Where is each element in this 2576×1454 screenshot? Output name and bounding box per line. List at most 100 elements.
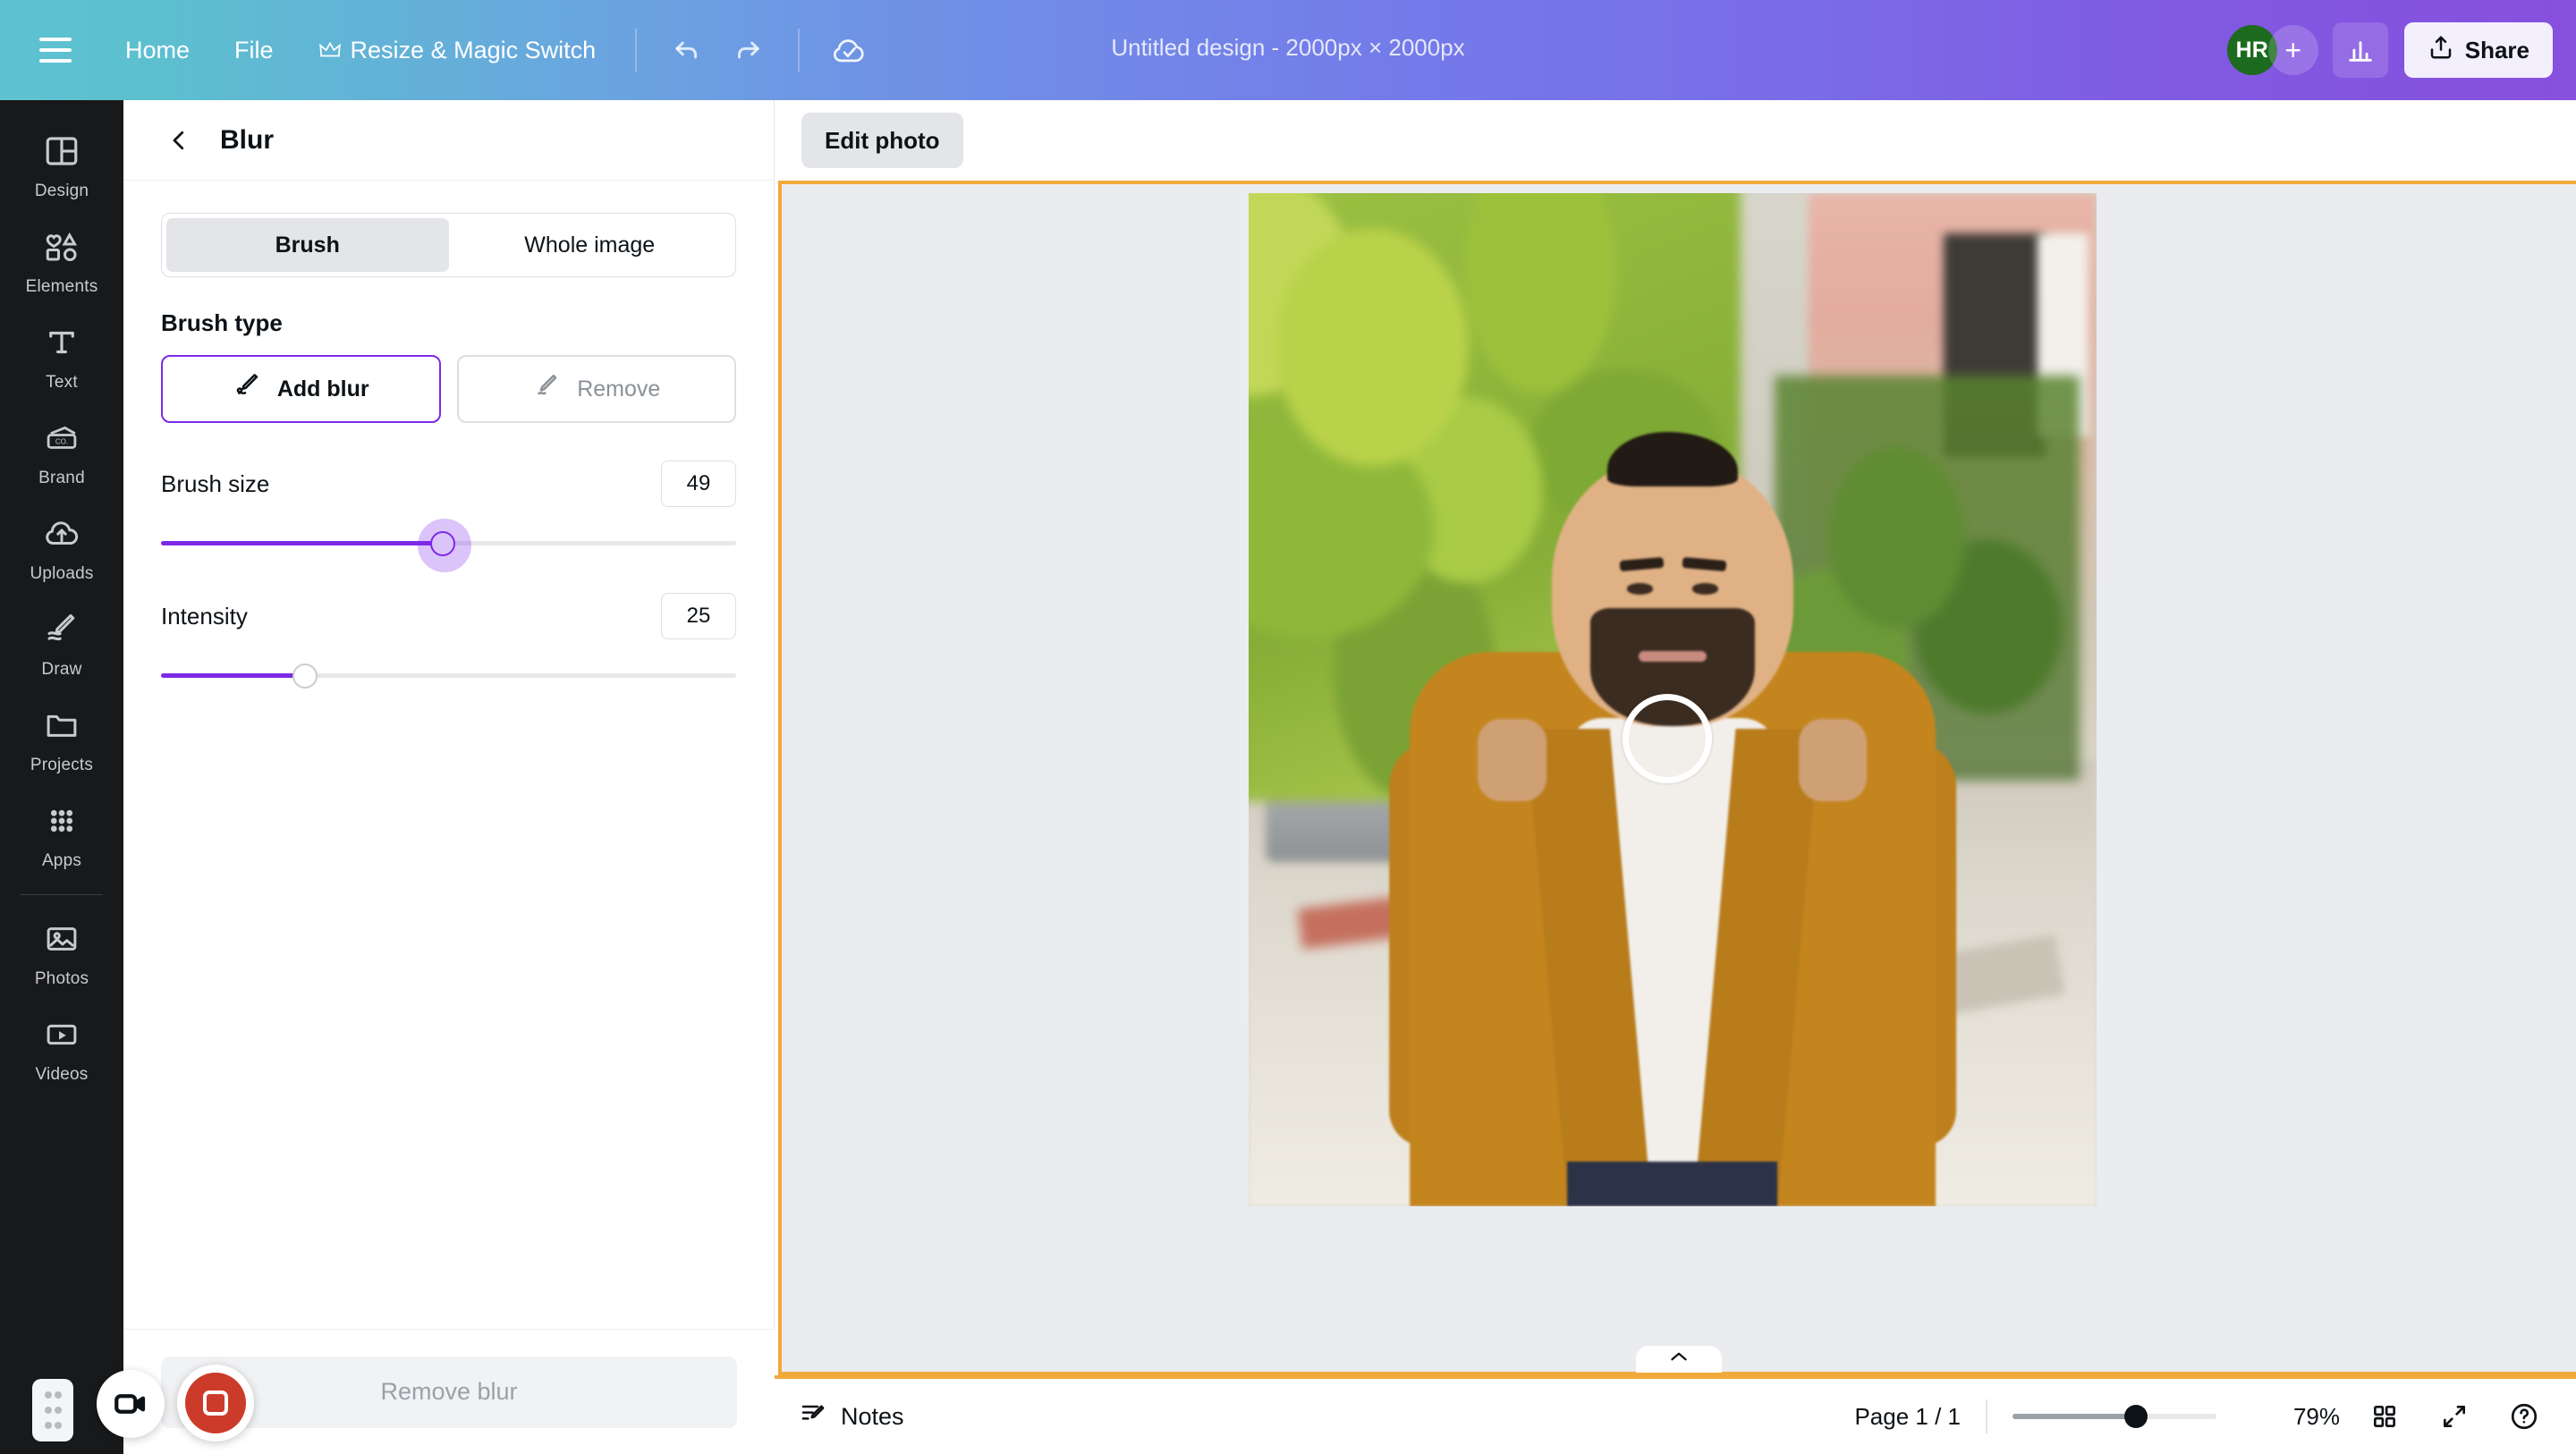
cloud-saved-icon[interactable] (825, 25, 875, 75)
intensity-value[interactable]: 25 (661, 593, 736, 639)
nav-file[interactable]: File (215, 24, 293, 77)
zoom-percent[interactable]: 79% (2258, 1403, 2340, 1431)
pen-blur-icon (233, 371, 263, 408)
bottom-divider (1986, 1399, 1987, 1433)
left-sidebar: Design Elements Text CO. Brand Uploads D… (0, 100, 123, 1454)
eraser-icon (532, 371, 563, 408)
document-title[interactable]: Untitled design - 2000px × 2000px (1111, 34, 1464, 62)
sidebar-label: Design (34, 182, 89, 200)
brush-size-row: Brush size 49 (161, 461, 736, 507)
edit-photo-button[interactable]: Edit photo (801, 113, 963, 168)
photo-element[interactable] (1249, 193, 2097, 1206)
panel-title: Blur (220, 124, 274, 155)
share-button[interactable]: Share (2403, 22, 2553, 78)
grid-dots-icon (43, 802, 80, 844)
brush-size-thumb[interactable] (418, 519, 472, 572)
nav-resize-label: Resize & Magic Switch (350, 36, 597, 63)
hamburger-icon[interactable] (30, 30, 80, 70)
sidebar-item-design[interactable]: Design (8, 120, 115, 210)
crown-icon (318, 41, 342, 59)
brush-size-value[interactable]: 49 (661, 461, 736, 507)
stop-square (203, 1391, 228, 1416)
sidebar-item-videos[interactable]: Videos (8, 1003, 115, 1094)
pen-draw-icon (43, 611, 80, 653)
page-count: Page 1 / 1 (1854, 1402, 1961, 1430)
notes-label: Notes (841, 1402, 904, 1430)
video-camera-icon[interactable] (97, 1370, 165, 1438)
sidebar-label: Videos (35, 1065, 89, 1084)
brush-type-remove-label: Remove (577, 376, 661, 402)
undo-icon[interactable] (662, 25, 712, 75)
brush-size-slider[interactable] (161, 519, 736, 572)
intensity-fill (161, 673, 305, 678)
brush-type-remove[interactable]: Remove (456, 355, 736, 423)
tab-whole-image[interactable]: Whole image (449, 218, 732, 272)
brush-type-label: Brush type (161, 309, 283, 336)
brush-type-group: Add blur Remove (161, 355, 736, 423)
top-nav: Home File Resize & Magic Switch (106, 24, 615, 77)
sidebar-label: Apps (41, 851, 82, 870)
intensity-label: Intensity (161, 602, 248, 630)
sidebar-label: Text (46, 373, 78, 392)
zoom-slider-fill (2012, 1414, 2136, 1419)
panel-header: Blur (123, 100, 774, 181)
video-play-icon (43, 1016, 80, 1058)
bar-chart-icon[interactable] (2332, 22, 2388, 78)
redo-icon[interactable] (723, 25, 773, 75)
sidebar-item-elements[interactable]: Elements (8, 216, 115, 306)
image-icon (43, 920, 80, 962)
nav-home[interactable]: Home (106, 24, 209, 77)
intensity-slider[interactable] (161, 652, 736, 700)
nav-home-label: Home (125, 36, 191, 63)
chevron-left-icon[interactable] (161, 123, 197, 158)
editor-area: Edit photo (775, 100, 2576, 1454)
sidebar-item-uploads[interactable]: Uploads (8, 503, 115, 593)
folder-icon (43, 706, 80, 748)
design-canvas[interactable] (778, 181, 2576, 1375)
add-collaborator-button[interactable]: + (2267, 25, 2318, 75)
intensity-row: Intensity 25 (161, 593, 736, 639)
brush-type-add-blur[interactable]: Add blur (161, 355, 441, 423)
expand-arrows-icon[interactable] (2429, 1391, 2479, 1441)
sidebar-item-text[interactable]: Text (8, 311, 115, 402)
editor-toolbar: Edit photo (775, 100, 2576, 181)
zoom-slider[interactable] (2012, 1405, 2216, 1428)
bottom-right-controls: Page 1 / 1 79% (1854, 1391, 2576, 1441)
grid-view-icon[interactable] (2360, 1391, 2410, 1441)
sidebar-item-photos[interactable]: Photos (8, 908, 115, 998)
nav-file-label: File (234, 36, 274, 63)
share-button-label: Share (2464, 36, 2529, 63)
top-right-controls: HR + Share (2226, 22, 2553, 78)
panel-body: Brush Whole image Brush type Add blur Re… (123, 181, 774, 700)
chevron-up-icon[interactable] (1636, 1346, 1722, 1373)
stop-record-disc (185, 1373, 246, 1433)
sidebar-label: Brand (38, 469, 85, 487)
text-t-icon (43, 324, 80, 366)
sidebar-label: Draw (41, 660, 82, 679)
stop-record-icon[interactable] (177, 1365, 254, 1441)
drag-grip-icon[interactable] (32, 1379, 73, 1441)
top-toolbar: Home File Resize & Magic Switch Untitled… (0, 0, 2576, 100)
layout-icon (43, 132, 80, 174)
sidebar-item-apps[interactable]: Apps (8, 790, 115, 880)
sidebar-label: Photos (34, 969, 89, 988)
brush-size-fill (161, 541, 444, 545)
nav-resize-magic-switch[interactable]: Resize & Magic Switch (299, 24, 616, 77)
photo-image (1249, 193, 2097, 1206)
blur-mode-tabs: Brush Whole image (161, 213, 736, 277)
zoom-slider-thumb[interactable] (2123, 1405, 2148, 1428)
sidebar-label: Elements (25, 277, 98, 296)
notes-button[interactable]: Notes (800, 1399, 904, 1434)
sidebar-label: Uploads (30, 564, 94, 583)
sidebar-divider (21, 894, 103, 895)
intensity-thumb[interactable] (292, 664, 318, 689)
sidebar-item-projects[interactable]: Projects (8, 694, 115, 784)
brush-size-label: Brush size (161, 469, 270, 497)
canva-editor-window: Home File Resize & Magic Switch Untitled… (0, 0, 2576, 1454)
sidebar-item-draw[interactable]: Draw (8, 598, 115, 689)
tab-brush[interactable]: Brush (166, 218, 449, 272)
collaborators: HR + (2226, 25, 2318, 75)
toolbar-divider-1 (635, 29, 638, 72)
sidebar-item-brand[interactable]: CO. Brand (8, 407, 115, 497)
help-circle-icon[interactable] (2499, 1391, 2549, 1441)
